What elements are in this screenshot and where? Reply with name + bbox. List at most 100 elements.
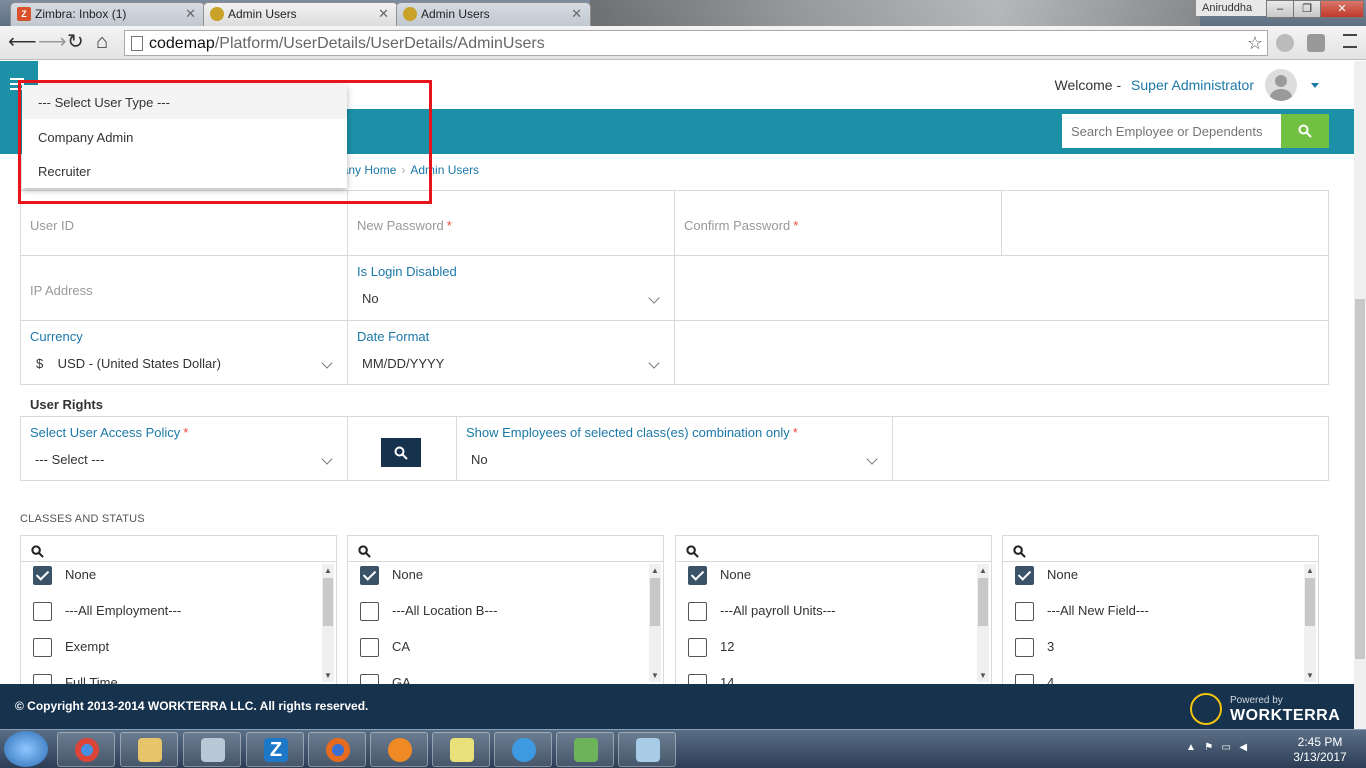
browser-tab-admin-users[interactable]: Admin Users ✕ (396, 2, 591, 26)
close-window-icon[interactable]: ✕ (1320, 0, 1364, 18)
class-list-scrollbar[interactable]: ▲ ▼ (322, 564, 334, 682)
checkbox[interactable] (360, 602, 379, 621)
tray-icons[interactable]: ▲ ⚑ ▭ ◀ (1186, 742, 1247, 753)
scroll-down-arrow-icon[interactable]: ▼ (324, 671, 332, 680)
list-item-label: ---All New Field--- (1047, 603, 1149, 618)
taskbar-sticky-notes[interactable] (432, 732, 490, 767)
class-list-employment[interactable]: ▲ ▼ None ---All Employment--- Exempt Full Tim… (20, 535, 337, 687)
login-disabled-select[interactable]: Is Login Disabled No (348, 256, 675, 320)
window-profile-name[interactable]: Aniruddha (1196, 0, 1266, 16)
required-marker: * (793, 218, 799, 233)
forward-arrow-icon[interactable]: ⟶ (38, 32, 67, 52)
scroll-up-arrow-icon[interactable]: ▲ (324, 566, 332, 575)
policy-search-button[interactable] (381, 438, 421, 467)
page-scrollbar[interactable] (1354, 61, 1366, 729)
taskbar-notepad[interactable] (618, 732, 676, 767)
class-list-search-bar[interactable] (348, 536, 663, 562)
browser-tab-admin-users-active[interactable]: Admin Users ✕ (203, 2, 398, 26)
checkbox[interactable] (688, 602, 707, 621)
copyright-text: © Copyright 2013-2014 WORKTERRA LLC. All… (15, 699, 369, 713)
class-list-scrollbar-thumb[interactable] (323, 578, 333, 626)
home-icon[interactable]: ⌂ (96, 32, 108, 52)
workterra-favicon-icon (210, 7, 224, 21)
checkbox[interactable] (1015, 566, 1034, 585)
taskbar-zimbra[interactable]: Z (246, 732, 304, 767)
scroll-down-arrow-icon[interactable]: ▼ (979, 671, 987, 680)
checkbox[interactable] (688, 638, 707, 657)
calculator-icon (201, 738, 225, 762)
extension-icon-2[interactable] (1307, 34, 1325, 52)
scroll-up-arrow-icon[interactable]: ▲ (1306, 566, 1314, 575)
taskbar-chrome[interactable] (57, 732, 115, 767)
chevron-down-icon (648, 292, 660, 304)
confirm-password-field[interactable]: Confirm Password * (684, 218, 798, 233)
class-list-scrollbar-thumb[interactable] (650, 578, 660, 626)
checkbox[interactable] (33, 638, 52, 657)
taskbar-explorer[interactable] (120, 732, 178, 767)
search-button[interactable] (1281, 114, 1329, 148)
tab-close-icon[interactable]: ✕ (571, 6, 582, 22)
class-list-scrollbar-thumb[interactable] (978, 578, 988, 626)
class-list-new-field[interactable]: ▲ ▼ None ---All New Field--- 3 4 (1002, 535, 1319, 687)
scroll-down-arrow-icon[interactable]: ▼ (1306, 671, 1314, 680)
ip-address-field[interactable]: IP Address (30, 283, 93, 298)
checkbox[interactable] (33, 566, 52, 585)
class-list-search-bar[interactable] (1003, 536, 1318, 562)
scroll-down-arrow-icon[interactable]: ▼ (651, 671, 659, 680)
welcome-label: Welcome - (1054, 77, 1122, 93)
checkbox[interactable] (688, 566, 707, 585)
start-button-icon[interactable] (4, 731, 48, 767)
show-employees-select[interactable]: Show Employees of selected class(es) com… (457, 417, 893, 480)
date-format-select[interactable]: Date Format MM/DD/YYYY (348, 321, 675, 384)
minimize-window-icon[interactable]: – (1266, 0, 1294, 18)
ip-address-cell[interactable]: IP Address (21, 256, 348, 320)
address-bar[interactable]: codemap/Platform/UserDetails/UserDetails… (124, 30, 1268, 56)
search-icon (31, 545, 44, 558)
browser-tab-zimbra[interactable]: Z Zimbra: Inbox (1) ✕ (10, 2, 205, 26)
system-clock[interactable]: 2:45 PM 3/13/2017 (1280, 735, 1360, 765)
currency-value: $ USD - (United States Dollar) (36, 356, 221, 371)
restore-window-icon[interactable]: ❐ (1293, 0, 1321, 18)
checkbox[interactable] (1015, 602, 1034, 621)
class-list-scrollbar[interactable]: ▲ ▼ (1304, 564, 1316, 682)
scroll-up-arrow-icon[interactable]: ▲ (651, 566, 659, 575)
taskbar-ie[interactable] (494, 732, 552, 767)
class-list-payroll-units[interactable]: ▲ ▼ None ---All payroll Units--- 12 14 (675, 535, 992, 687)
user-name-link[interactable]: Super Administrator (1131, 77, 1254, 93)
bookmark-star-icon[interactable]: ☆ (1247, 33, 1263, 54)
class-list-location[interactable]: ▲ ▼ None ---All Location B--- CA GA (347, 535, 664, 687)
class-list-scrollbar[interactable]: ▲ ▼ (977, 564, 989, 682)
page-scrollbar-thumb[interactable] (1355, 299, 1365, 659)
taskbar-firefox[interactable] (308, 732, 366, 767)
employee-search-input[interactable] (1062, 114, 1282, 148)
user-id-field[interactable]: User ID (30, 218, 74, 233)
class-list-scrollbar-thumb[interactable] (1305, 578, 1315, 626)
scroll-up-arrow-icon[interactable]: ▲ (979, 566, 987, 575)
reload-icon[interactable]: ↻ (67, 32, 84, 52)
checkbox[interactable] (33, 602, 52, 621)
taskbar-calculator[interactable] (183, 732, 241, 767)
currency-select[interactable]: Currency $ USD - (United States Dollar) (21, 321, 348, 384)
back-arrow-icon[interactable]: ⟵ (8, 32, 37, 52)
access-policy-select[interactable]: Select User Access Policy * --- Select --… (21, 417, 348, 480)
tab-close-icon[interactable]: ✕ (378, 6, 389, 22)
class-list-search-bar[interactable] (676, 536, 991, 562)
avatar-head (1275, 75, 1287, 87)
tab-close-icon[interactable]: ✕ (185, 6, 196, 22)
confirm-password-cell[interactable]: Confirm Password * (675, 191, 1002, 255)
avatar[interactable] (1265, 69, 1297, 101)
taskbar-app[interactable] (370, 732, 428, 767)
extension-icon[interactable] (1276, 34, 1294, 52)
access-policy-label: Select User Access Policy (30, 425, 181, 440)
tab-title: Admin Users (228, 7, 297, 21)
new-password-field[interactable]: New Password * (357, 218, 452, 233)
login-row: IP Address Is Login Disabled No (20, 255, 1329, 321)
checkbox[interactable] (1015, 638, 1034, 657)
browser-menu-icon[interactable] (1343, 34, 1357, 48)
user-menu-chevron-down-icon[interactable] (1311, 83, 1319, 88)
checkbox[interactable] (360, 566, 379, 585)
checkbox[interactable] (360, 638, 379, 657)
class-list-search-bar[interactable] (21, 536, 336, 562)
class-list-scrollbar[interactable]: ▲ ▼ (649, 564, 661, 682)
taskbar-spreadsheet[interactable] (556, 732, 614, 767)
